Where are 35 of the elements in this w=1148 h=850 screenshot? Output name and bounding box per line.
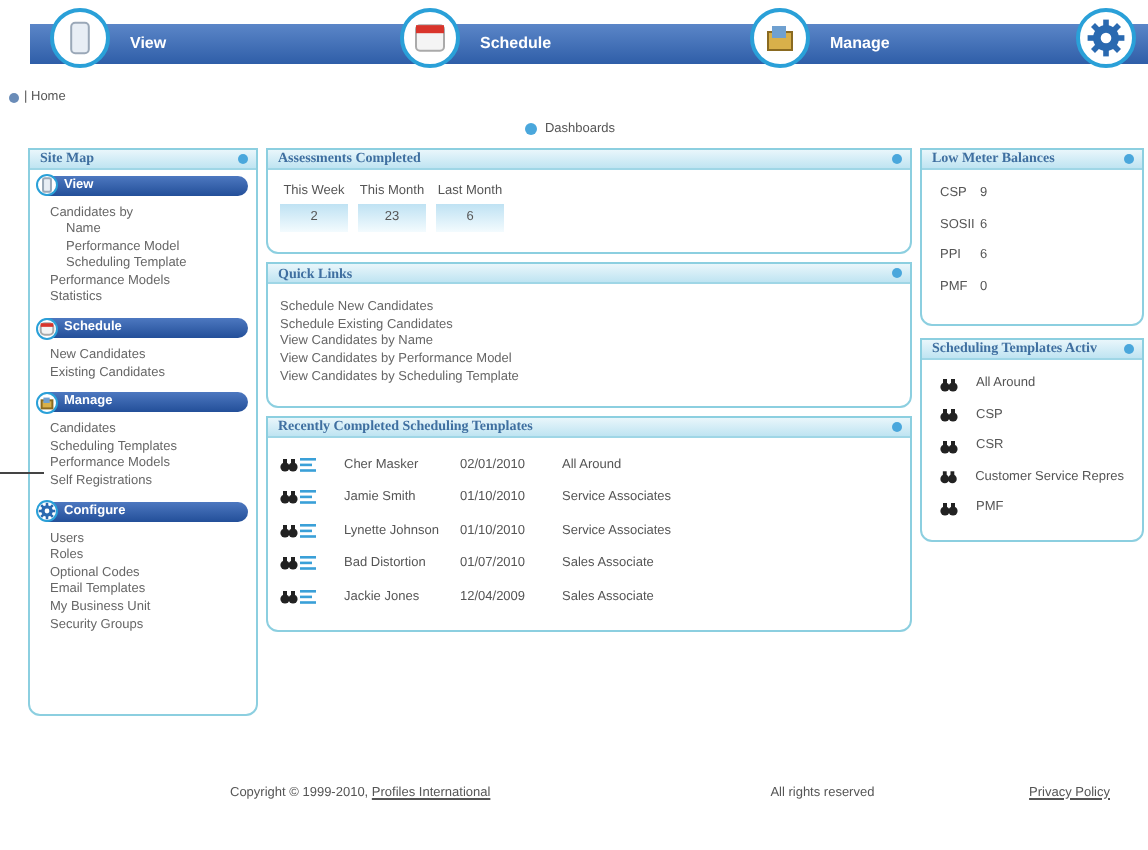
collapse-icon[interactable]	[1124, 343, 1134, 353]
boxes-icon[interactable]	[750, 8, 810, 68]
binoculars-icon	[280, 589, 298, 604]
nav-tab[interactable]: Schedule	[480, 24, 552, 64]
list-icon	[300, 457, 316, 472]
collapse-icon[interactable]	[1124, 153, 1134, 163]
binoculars-icon	[940, 439, 958, 454]
device-icon[interactable]	[50, 8, 110, 68]
binoculars-icon	[280, 490, 298, 505]
settings-icon[interactable]	[1076, 8, 1136, 68]
collapse-icon[interactable]	[238, 153, 248, 163]
collapse-icon[interactable]	[892, 268, 902, 279]
collapse-icon[interactable]	[892, 153, 902, 163]
binoculars-icon	[280, 556, 298, 571]
calendar-icon[interactable]	[400, 8, 460, 68]
boxes-icon	[38, 393, 56, 412]
dashboard-icon	[524, 122, 539, 137]
binoculars-icon	[280, 457, 298, 472]
collapse-icon[interactable]	[892, 422, 902, 433]
list-icon	[300, 523, 316, 538]
device-icon	[38, 176, 56, 194]
binoculars-icon	[940, 501, 958, 516]
calendar-icon	[38, 319, 56, 338]
nav-tab[interactable]: Manage	[830, 24, 890, 64]
list-icon	[300, 556, 316, 571]
settings-icon	[38, 502, 56, 521]
home-icon	[8, 91, 20, 104]
leader-line	[0, 472, 44, 474]
nav-tab[interactable]: View	[130, 24, 167, 64]
binoculars-icon	[940, 470, 958, 485]
binoculars-icon	[940, 408, 958, 423]
list-icon	[300, 490, 316, 505]
binoculars-icon	[280, 523, 298, 538]
binoculars-icon	[940, 377, 958, 392]
list-icon	[300, 589, 316, 604]
